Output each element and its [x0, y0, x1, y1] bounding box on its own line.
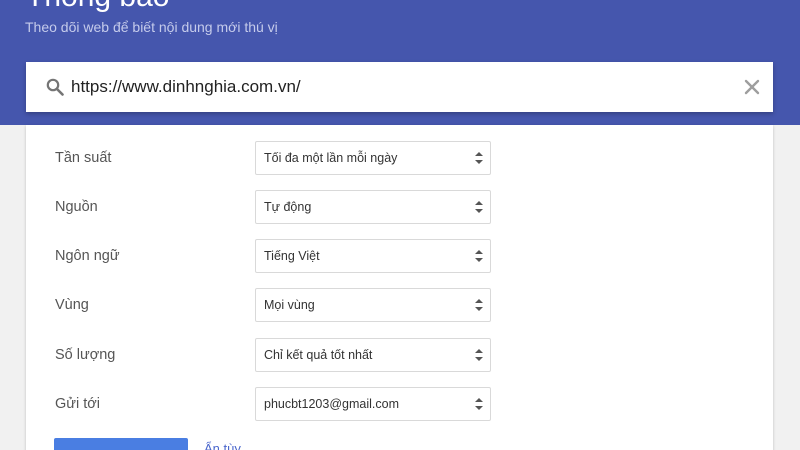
source-select[interactable]: Tự động: [255, 190, 491, 224]
region-label: Vùng: [55, 297, 89, 313]
source-label: Nguồn: [55, 199, 98, 215]
search-input[interactable]: https://www.dinhnghia.com.vn/: [71, 62, 301, 112]
quantity-label: Số lượng: [55, 347, 116, 363]
select-arrows-icon: [475, 250, 483, 262]
frequency-label: Tần suất: [55, 150, 112, 166]
close-icon[interactable]: [741, 76, 763, 98]
create-alert-button[interactable]: [54, 438, 188, 450]
region-value: Mọi vùng: [264, 298, 315, 312]
option-row-source: Nguồn Tự động: [26, 190, 773, 224]
page-subtitle: Theo dõi web để biết nội dung mới thú vị: [25, 19, 278, 35]
select-arrows-icon: [475, 299, 483, 311]
select-arrows-icon: [475, 201, 483, 213]
option-row-quantity: Số lượng Chỉ kết quả tốt nhất: [26, 338, 773, 372]
search-icon: [46, 78, 64, 96]
quantity-select[interactable]: Chỉ kết quả tốt nhất: [255, 338, 491, 372]
language-value: Tiếng Việt: [264, 249, 320, 263]
page-title: Thông báo: [26, 0, 169, 12]
frequency-value: Tối đa một lần mỗi ngày: [264, 151, 398, 165]
select-arrows-icon: [475, 349, 483, 361]
hide-options-link[interactable]: Ẩn tùy: [204, 441, 241, 450]
quantity-value: Chỉ kết quả tốt nhất: [264, 348, 373, 362]
search-bar[interactable]: https://www.dinhnghia.com.vn/: [26, 62, 773, 112]
frequency-select[interactable]: Tối đa một lần mỗi ngày: [255, 141, 491, 175]
deliver-to-select[interactable]: phucbt1203@gmail.com: [255, 387, 491, 421]
options-card: Tần suất Tối đa một lần mỗi ngày Nguồn T…: [26, 125, 773, 450]
deliver-to-label: Gửi tới: [55, 396, 100, 412]
language-select[interactable]: Tiếng Việt: [255, 239, 491, 273]
select-arrows-icon: [475, 152, 483, 164]
option-row-deliver-to: Gửi tới phucbt1203@gmail.com: [26, 387, 773, 421]
deliver-to-value: phucbt1203@gmail.com: [264, 397, 399, 411]
option-row-language: Ngôn ngữ Tiếng Việt: [26, 239, 773, 273]
option-row-region: Vùng Mọi vùng: [26, 288, 773, 322]
source-value: Tự động: [264, 200, 312, 214]
language-label: Ngôn ngữ: [55, 248, 120, 264]
option-row-frequency: Tần suất Tối đa một lần mỗi ngày: [26, 141, 773, 175]
alerts-page: Thông báo Theo dõi web để biết nội dung …: [0, 0, 800, 450]
region-select[interactable]: Mọi vùng: [255, 288, 491, 322]
select-arrows-icon: [475, 398, 483, 410]
